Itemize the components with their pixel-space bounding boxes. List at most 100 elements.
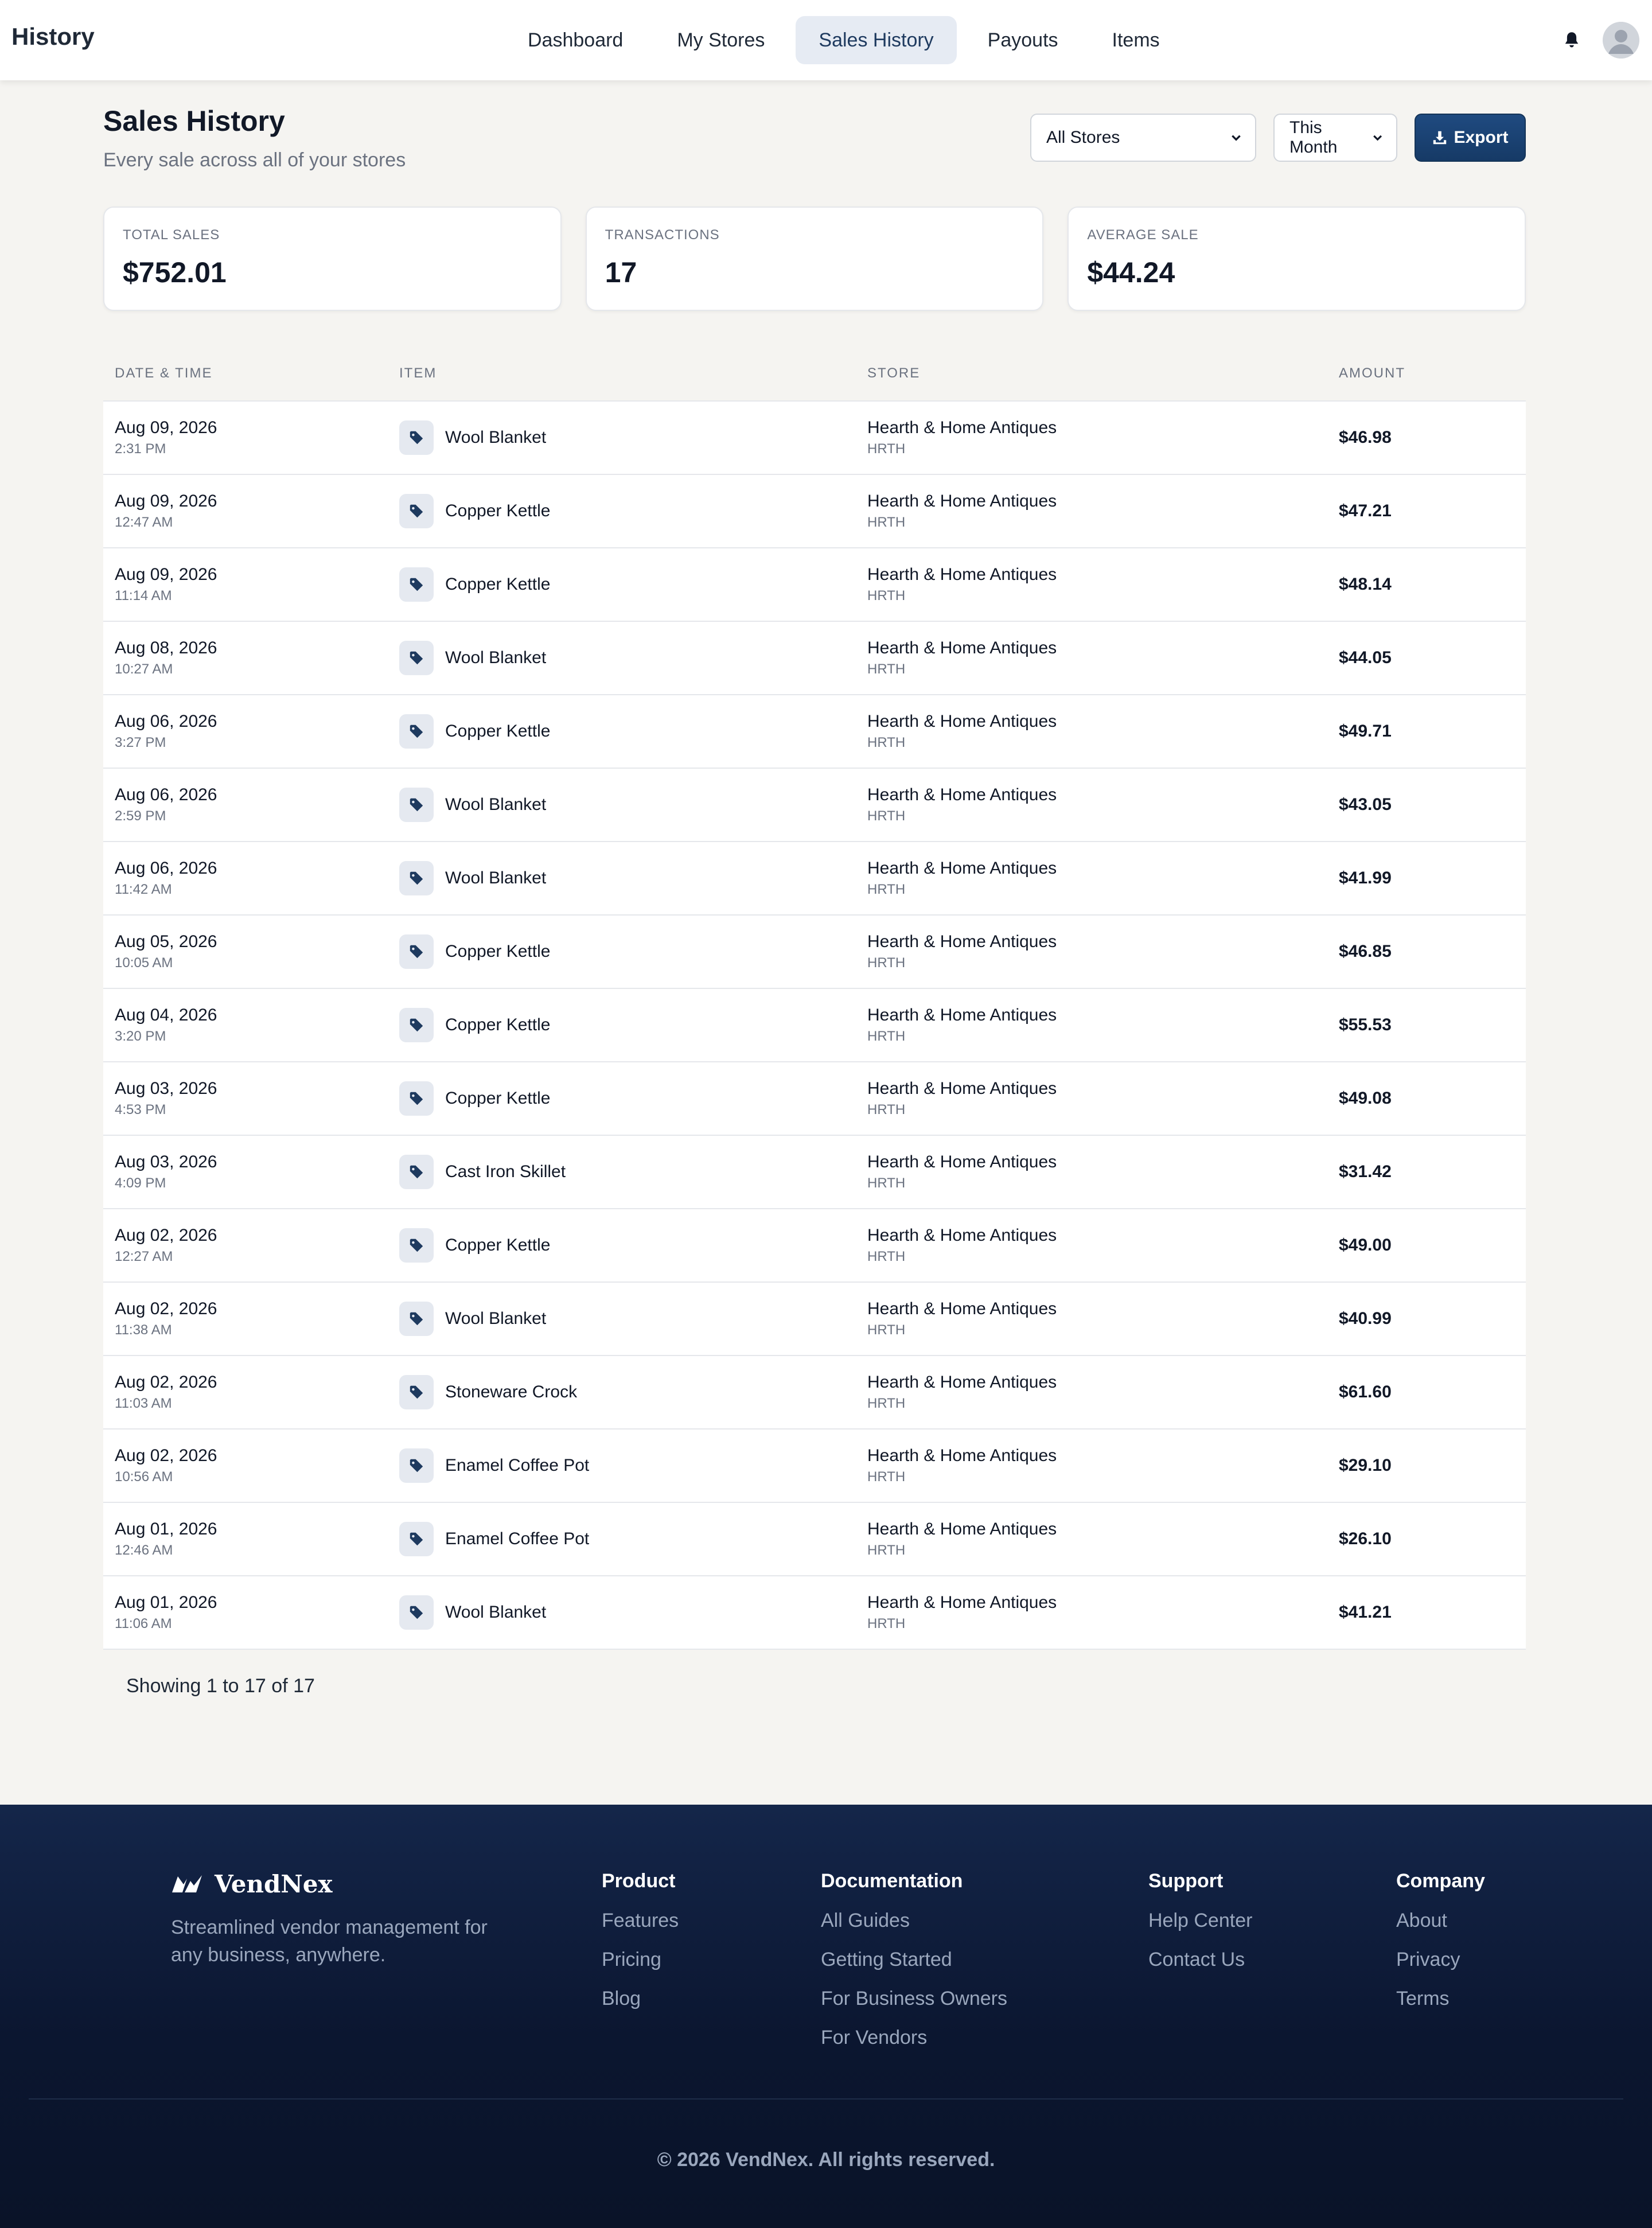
footer-column-support: Support Help Center Contact Us [1148,1870,1252,1988]
store-code: HRTH [867,1175,906,1191]
user-avatar-icon[interactable] [1603,22,1639,59]
footer-column-title: Product [602,1870,676,1892]
sale-date: Aug 04, 2026 [115,1006,217,1025]
table-row[interactable]: Aug 09, 2026 2:31 PM Wool Blanket Hearth & … [103,402,1526,475]
item-name: Copper Kettle [445,1015,551,1034]
sale-datetime: Aug 02, 2026 11:38 AM [103,1299,388,1338]
table-row[interactable]: Aug 08, 2026 10:27 AM Wool Blanket Hearth &… [103,622,1526,695]
store-name: Hearth & Home Antiques [867,712,1057,731]
footer-link-pricing[interactable]: Pricing [602,1949,679,1972]
sale-amount: $46.85 [1339,942,1392,961]
store-code: HRTH [867,882,906,897]
stat-value: 17 [605,256,637,289]
app-title: History [11,23,95,50]
table-row[interactable]: Aug 05, 2026 10:05 AM Copper Kettle Hearth … [103,916,1526,989]
bell-icon[interactable] [1560,29,1583,52]
sale-datetime: Aug 08, 2026 10:27 AM [103,638,388,677]
table-row[interactable]: Aug 02, 2026 12:27 AM Copper Kettle Hearth … [103,1209,1526,1283]
column-header-store[interactable]: STORE [856,365,1327,381]
footer-link-help-center[interactable]: Help Center [1148,1910,1252,1933]
sale-amount: $49.08 [1339,1089,1392,1108]
nav-payouts[interactable]: Payouts [965,16,1081,64]
table-header: DATE & TIME ITEM STORE AMOUNT [103,346,1526,402]
item-name: Wool Blanket [445,428,547,447]
table-row[interactable]: Aug 03, 2026 4:53 PM Copper Kettle Hearth &… [103,1062,1526,1136]
sale-time: 2:31 PM [115,441,166,457]
table-row[interactable]: Aug 03, 2026 4:09 PM Cast Iron Skillet Hear… [103,1136,1526,1209]
sale-datetime: Aug 03, 2026 4:53 PM [103,1079,388,1118]
footer-link-vendors[interactable]: For Vendors [821,2027,1007,2050]
nav-sales-history[interactable]: Sales History [796,16,957,64]
table-row[interactable]: Aug 01, 2026 11:06 AM Wool Blanket Hearth &… [103,1576,1526,1650]
export-label: Export [1454,128,1509,147]
store-filter-select[interactable]: All Stores [1030,114,1256,162]
sale-store: Hearth & Home Antiques HRTH [856,932,1327,971]
footer-link-about[interactable]: About [1396,1910,1485,1933]
table-row[interactable]: Aug 01, 2026 12:46 AM Enamel Coffee Pot Hea… [103,1503,1526,1576]
table-row[interactable]: Aug 02, 2026 11:03 AM Stoneware Crock Heart… [103,1356,1526,1429]
sale-date: Aug 02, 2026 [115,1446,217,1465]
footer-link-features[interactable]: Features [602,1910,679,1933]
store-code: HRTH [867,1322,906,1338]
period-filter-select[interactable]: This Month [1273,114,1397,162]
export-button[interactable]: Export [1415,114,1526,162]
sale-store: Hearth & Home Antiques HRTH [856,1446,1327,1485]
table-row[interactable]: Aug 06, 2026 3:27 PM Copper Kettle Hearth &… [103,695,1526,769]
item-name: Enamel Coffee Pot [445,1529,590,1548]
footer-logo[interactable]: VendNex [171,1870,333,1898]
footer-link-business-owners[interactable]: For Business Owners [821,1988,1007,2011]
stat-label: TRANSACTIONS [605,227,720,243]
sale-amount: $47.21 [1339,501,1392,520]
table-row[interactable]: Aug 02, 2026 11:38 AM Wool Blanket Hearth &… [103,1283,1526,1356]
tag-icon [399,567,434,602]
sale-time: 2:59 PM [115,808,166,824]
nav-items[interactable]: Items [1089,16,1183,64]
column-header-amount[interactable]: AMOUNT [1327,365,1526,381]
sale-store: Hearth & Home Antiques HRTH [856,1520,1327,1559]
sale-time: 12:27 AM [115,1249,173,1264]
table-row[interactable]: Aug 06, 2026 2:59 PM Wool Blanket Hearth & … [103,769,1526,842]
item-name: Wool Blanket [445,868,547,887]
sale-amount: $41.99 [1339,868,1392,887]
tag-icon [399,420,434,455]
nav-my-stores[interactable]: My Stores [654,16,788,64]
footer-link-all-guides[interactable]: All Guides [821,1910,1007,1933]
sale-time: 12:47 AM [115,515,173,530]
sale-datetime: Aug 06, 2026 2:59 PM [103,785,388,824]
column-header-date[interactable]: DATE & TIME [103,365,388,381]
table-row[interactable]: Aug 04, 2026 3:20 PM Copper Kettle Hearth &… [103,989,1526,1062]
footer-link-blog[interactable]: Blog [602,1988,679,2011]
item-name: Copper Kettle [445,501,551,520]
table-row[interactable]: Aug 09, 2026 12:47 AM Copper Kettle Hearth … [103,475,1526,548]
table-row[interactable]: Aug 06, 2026 11:42 AM Wool Blanket Hearth &… [103,842,1526,916]
footer-link-privacy[interactable]: Privacy [1396,1949,1485,1972]
store-name: Hearth & Home Antiques [867,1226,1057,1245]
footer-link-terms[interactable]: Terms [1396,1988,1485,2011]
item-name: Wool Blanket [445,648,547,667]
period-filter-value: This Month [1289,118,1338,157]
footer-column-title: Support [1148,1870,1224,1892]
footer-link-getting-started[interactable]: Getting Started [821,1949,1007,1972]
header-controls: All Stores This Month Export [1030,114,1526,162]
stat-label: TOTAL SALES [123,227,220,243]
table-body: Aug 09, 2026 2:31 PM Wool Blanket Hearth & … [103,402,1526,1650]
table-row[interactable]: Aug 02, 2026 10:56 AM Enamel Coffee Pot Hea… [103,1429,1526,1503]
tag-icon [399,641,434,675]
sale-item: Wool Blanket [388,420,856,455]
sale-date: Aug 09, 2026 [115,565,217,584]
nav-dashboard[interactable]: Dashboard [505,16,646,64]
footer-link-contact-us[interactable]: Contact Us [1148,1949,1252,1972]
sale-datetime: Aug 02, 2026 11:03 AM [103,1373,388,1412]
sale-amount: $48.14 [1339,575,1392,594]
column-header-item[interactable]: ITEM [388,365,856,381]
sale-store: Hearth & Home Antiques HRTH [856,1152,1327,1191]
table-row[interactable]: Aug 09, 2026 11:14 AM Copper Kettle Hearth … [103,548,1526,622]
store-code: HRTH [867,1543,906,1558]
store-code: HRTH [867,1469,906,1485]
sale-item: Copper Kettle [388,567,856,602]
sale-date: Aug 01, 2026 [115,1520,217,1538]
sale-datetime: Aug 06, 2026 3:27 PM [103,712,388,751]
tag-icon [399,1155,434,1189]
sale-datetime: Aug 09, 2026 2:31 PM [103,418,388,457]
nav-links: Dashboard My Stores Sales History Payout… [505,16,1183,64]
